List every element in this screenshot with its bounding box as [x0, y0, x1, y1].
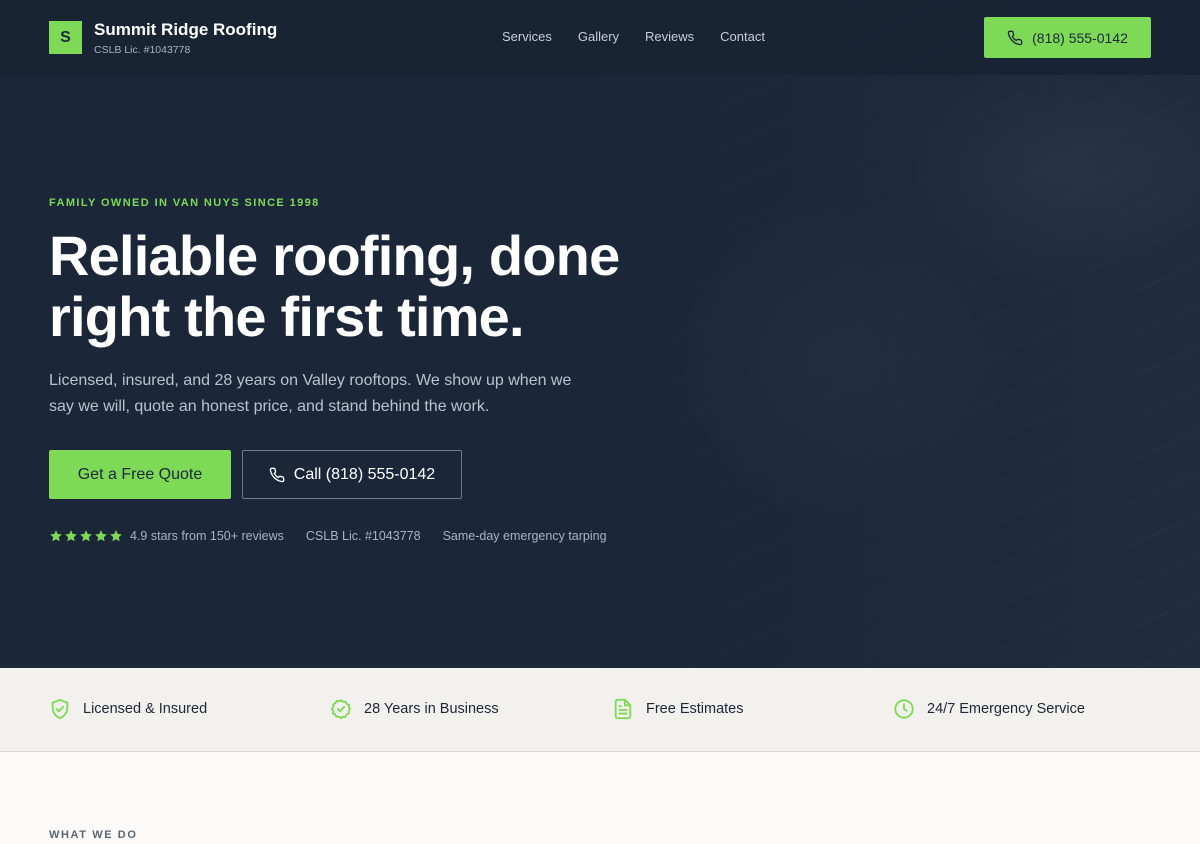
nav-phone-number: (818) 555-0142	[1032, 29, 1128, 46]
brand-license: CSLB Lic. #1043778	[94, 44, 191, 56]
hero-headline: Reliable roofing, done right the first t…	[49, 225, 669, 347]
nav-phone-button[interactable]: (818) 555-0142	[984, 17, 1151, 58]
nav-link-reviews[interactable]: Reviews	[645, 29, 694, 44]
nav-link-gallery[interactable]: Gallery	[578, 29, 619, 44]
nav-links: Services Gallery Reviews Contact	[502, 29, 791, 44]
trust-line: 4.9 stars from 150+ reviews CSLB Lic. #1…	[49, 529, 607, 543]
star-icon	[94, 529, 108, 543]
free-quote-button[interactable]: Get a Free Quote	[49, 450, 231, 499]
hero-section: S Summit Ridge Roofing CSLB Lic. #104377…	[0, 0, 1200, 668]
emergency-text: Same-day emergency tarping	[442, 529, 607, 543]
badge-label: Free Estimates	[646, 701, 744, 717]
license-text: CSLB Lic. #1043778	[305, 529, 421, 543]
hero-lede: Licensed, insured, and 28 years on Valle…	[49, 372, 572, 415]
rating-text: 4.9 stars from 150+ reviews	[130, 529, 284, 543]
shield-check-icon	[49, 698, 71, 720]
badge-years: 28 Years in Business	[330, 698, 499, 720]
headline-line-2: right the first time.	[49, 285, 525, 348]
section-eyebrow: WHAT WE DO	[49, 829, 138, 841]
nav-link-contact[interactable]: Contact	[720, 29, 765, 44]
badge-label: 24/7 Emergency Service	[927, 701, 1085, 717]
headline-line-1: Reliable roofing, done	[49, 224, 620, 287]
logo-mark[interactable]: S	[49, 21, 82, 54]
trust-badges-strip: Licensed & Insured 28 Years in Business …	[0, 668, 1200, 752]
star-icon	[109, 529, 123, 543]
nav-link-services[interactable]: Services	[502, 29, 552, 44]
phone-icon	[269, 467, 285, 483]
badge-label: 28 Years in Business	[364, 701, 499, 717]
call-button-label: Call (818) 555-0142	[293, 465, 436, 483]
clock-icon	[893, 698, 915, 720]
star-icon	[49, 529, 63, 543]
top-nav: S Summit Ridge Roofing CSLB Lic. #104377…	[0, 0, 1200, 75]
rating-stars	[49, 529, 123, 543]
badge-label: Licensed & Insured	[83, 701, 208, 717]
hero-eyebrow: FAMILY OWNED IN VAN NUYS SINCE 1998	[49, 197, 320, 209]
star-icon	[64, 529, 78, 543]
phone-icon	[1007, 30, 1023, 46]
badge-estimates: Free Estimates	[612, 698, 744, 720]
brand-name[interactable]: Summit Ridge Roofing	[94, 20, 277, 40]
badge-check-icon	[330, 698, 352, 720]
badge-licensed: Licensed & Insured	[49, 698, 207, 720]
badge-emergency: 24/7 Emergency Service	[893, 698, 1085, 720]
document-icon	[612, 698, 634, 720]
star-icon	[79, 529, 93, 543]
call-button[interactable]: Call (818) 555-0142	[242, 450, 462, 499]
